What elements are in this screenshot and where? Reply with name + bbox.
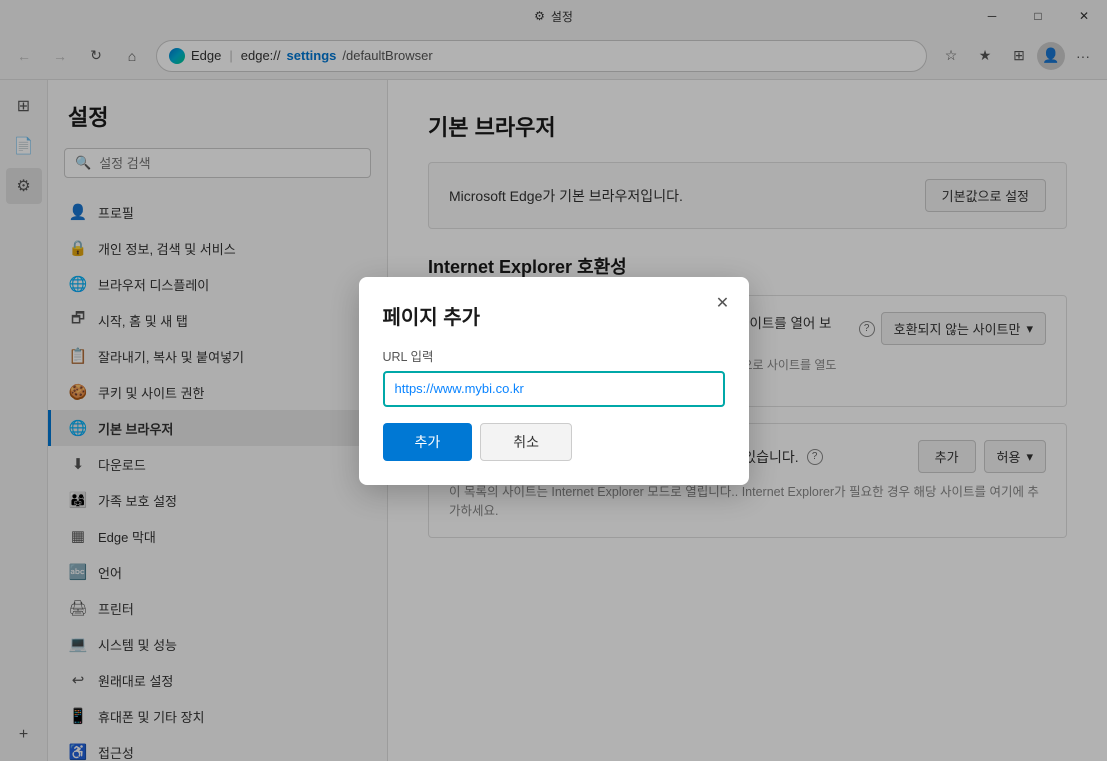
dialog-title: 페이지 추가 bbox=[383, 301, 725, 330]
dialog-add-button[interactable]: 추가 bbox=[383, 423, 473, 461]
dialog-url-input[interactable] bbox=[383, 371, 725, 407]
dialog-overlay: 페이지 추가 ✕ URL 입력 추가 취소 bbox=[0, 0, 1107, 761]
add-page-dialog: 페이지 추가 ✕ URL 입력 추가 취소 bbox=[359, 277, 749, 485]
dialog-close-button[interactable]: ✕ bbox=[709, 289, 737, 317]
dialog-url-label: URL 입력 bbox=[383, 346, 725, 365]
dialog-cancel-button[interactable]: 취소 bbox=[480, 423, 572, 461]
dialog-buttons: 추가 취소 bbox=[383, 423, 725, 461]
